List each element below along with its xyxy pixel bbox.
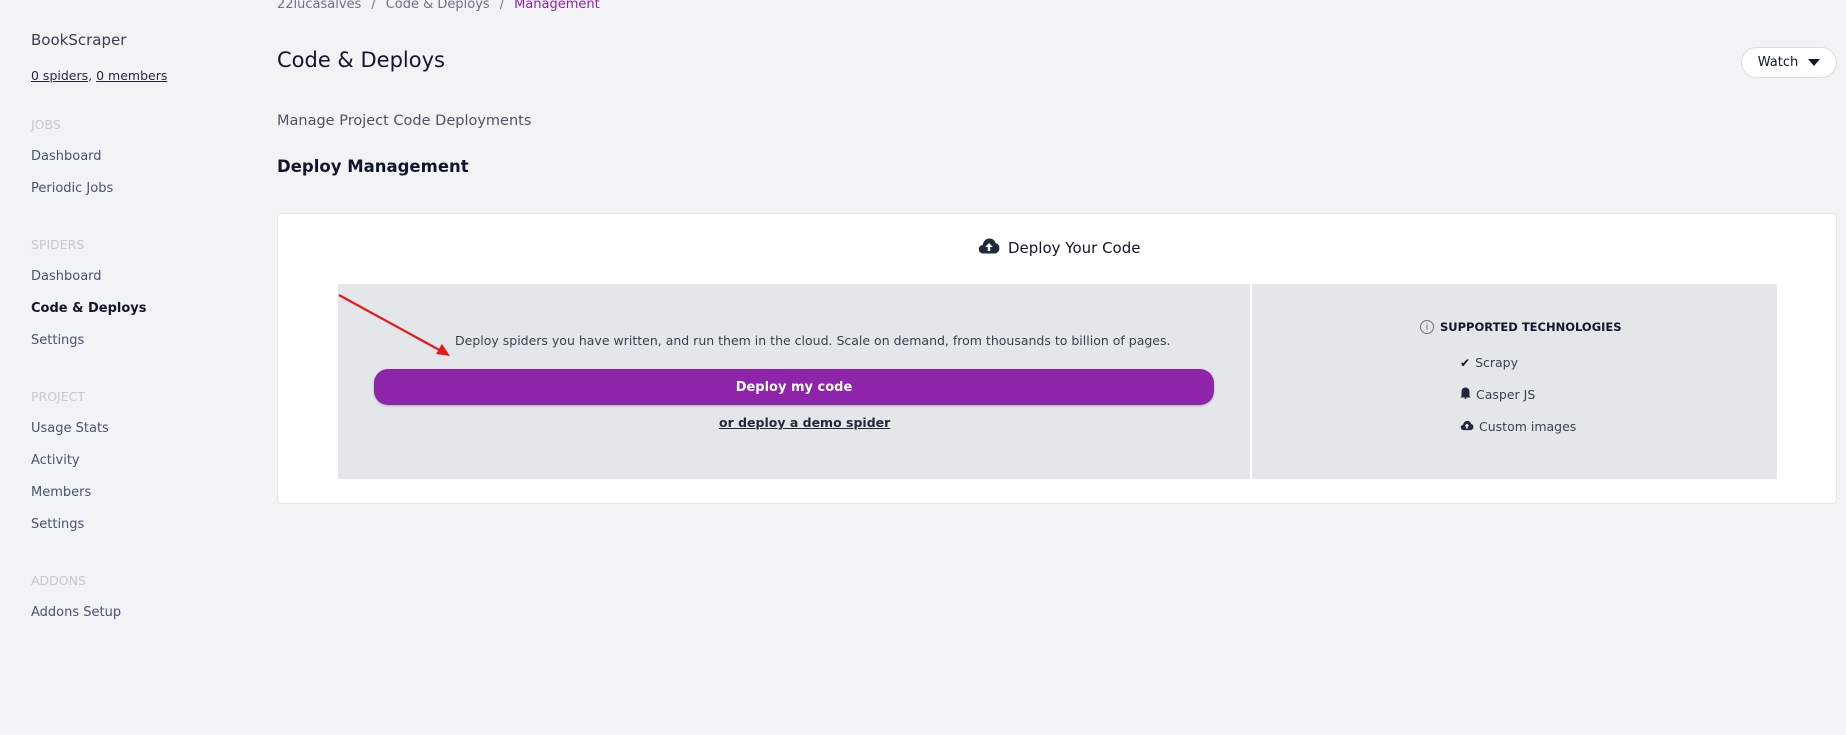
breadcrumb: 22lucasalves / Code & Deploys / Management (277, 0, 600, 12)
deploy-description: Deploy spiders you have written, and run… (455, 333, 1171, 348)
cloud-upload-icon (1460, 419, 1474, 434)
tech-label: Casper JS (1476, 387, 1536, 402)
breadcrumb-separator: / (371, 0, 376, 12)
members-count-link[interactable]: 0 members (96, 68, 167, 83)
project-name: BookScraper (31, 31, 127, 49)
tech-label: Scrapy (1475, 355, 1519, 370)
watch-button[interactable]: Watch (1741, 47, 1837, 78)
cloud-upload-icon (978, 237, 1000, 259)
sidebar-item-periodic-jobs[interactable]: Periodic Jobs (31, 181, 113, 196)
sidebar-item-code-deploys[interactable]: Code & Deploys (31, 301, 147, 316)
page-title: Code & Deploys (277, 48, 445, 72)
sidebar-item-project-settings[interactable]: Settings (31, 517, 84, 532)
section-title-spiders: SPIDERS (31, 237, 85, 252)
breadcrumb-separator: / (499, 0, 505, 12)
watch-label: Watch (1757, 55, 1799, 70)
spiders-count-link[interactable]: 0 spiders (31, 68, 88, 83)
breadcrumb-current: Management (514, 0, 600, 12)
deploy-my-code-button[interactable]: Deploy my code (374, 369, 1214, 405)
ghost-icon (1460, 387, 1471, 402)
sidebar-item-spiders-dashboard[interactable]: Dashboard (31, 269, 102, 284)
section-title-addons: ADDONS (31, 573, 86, 588)
sidebar-item-jobs-dashboard[interactable]: Dashboard (31, 149, 102, 164)
technologies-panel (1252, 284, 1777, 479)
meta-separator: , (88, 68, 93, 83)
sidebar-item-spiders-settings[interactable]: Settings (31, 333, 84, 348)
tech-item-scrapy: ✔ Scrapy (1460, 355, 1518, 370)
section-title-jobs: JOBS (31, 117, 61, 132)
section-title-project: PROJECT (31, 389, 86, 404)
info-icon: i (1420, 320, 1434, 334)
deploy-demo-spider-link[interactable]: or deploy a demo spider (719, 415, 890, 430)
section-heading: Deploy Management (277, 157, 469, 176)
tech-label: Custom images (1479, 419, 1577, 434)
tech-item-casperjs: Casper JS (1460, 387, 1535, 402)
technologies-title: i SUPPORTED TECHNOLOGIES (1420, 320, 1622, 334)
project-meta: 0 spiders, 0 members (31, 68, 167, 83)
tech-item-custom-images: Custom images (1460, 419, 1576, 434)
chevron-down-icon (1808, 59, 1821, 66)
sidebar: BookScraper 0 spiders, 0 members JOBS Da… (0, 0, 230, 735)
sidebar-item-activity[interactable]: Activity (31, 453, 80, 468)
card-title: Deploy Your Code (978, 237, 1140, 259)
breadcrumb-org[interactable]: 22lucasalves (277, 0, 361, 12)
sidebar-item-usage-stats[interactable]: Usage Stats (31, 421, 109, 436)
sidebar-item-members[interactable]: Members (31, 485, 91, 500)
check-icon: ✔ (1460, 355, 1471, 370)
card-title-text: Deploy Your Code (1008, 239, 1141, 257)
breadcrumb-code-deploys[interactable]: Code & Deploys (386, 0, 490, 12)
technologies-title-text: SUPPORTED TECHNOLOGIES (1440, 320, 1622, 334)
page-subtitle: Manage Project Code Deployments (277, 113, 532, 129)
sidebar-item-addons-setup[interactable]: Addons Setup (31, 605, 121, 620)
